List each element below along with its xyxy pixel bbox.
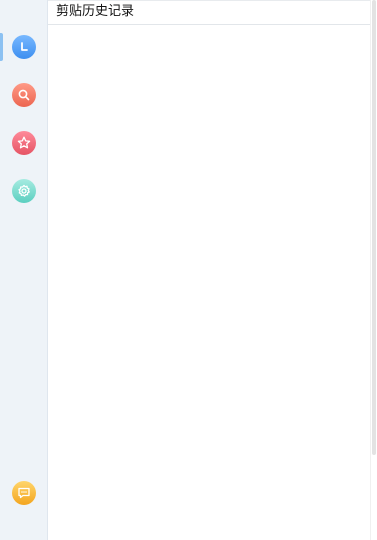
clipboard-history-list[interactable] xyxy=(48,25,370,540)
clock-icon xyxy=(21,42,28,51)
sidebar-item-settings[interactable] xyxy=(12,179,36,203)
gear-icon xyxy=(18,184,30,197)
sidebar-item-feedback[interactable] xyxy=(12,481,36,505)
search-icon xyxy=(18,89,30,101)
star-icon xyxy=(17,136,31,149)
sidebar xyxy=(0,0,47,540)
page-title: 剪贴历史记录 xyxy=(56,4,135,19)
sidebar-item-search[interactable] xyxy=(12,83,36,107)
panel-header: 剪贴历史记录 xyxy=(48,0,370,25)
sidebar-item-history[interactable] xyxy=(12,35,36,59)
active-indicator xyxy=(0,33,3,61)
chat-bubble-icon xyxy=(18,487,30,499)
scrollbar-thumb[interactable] xyxy=(372,0,376,455)
sidebar-item-favorites[interactable] xyxy=(12,131,36,155)
